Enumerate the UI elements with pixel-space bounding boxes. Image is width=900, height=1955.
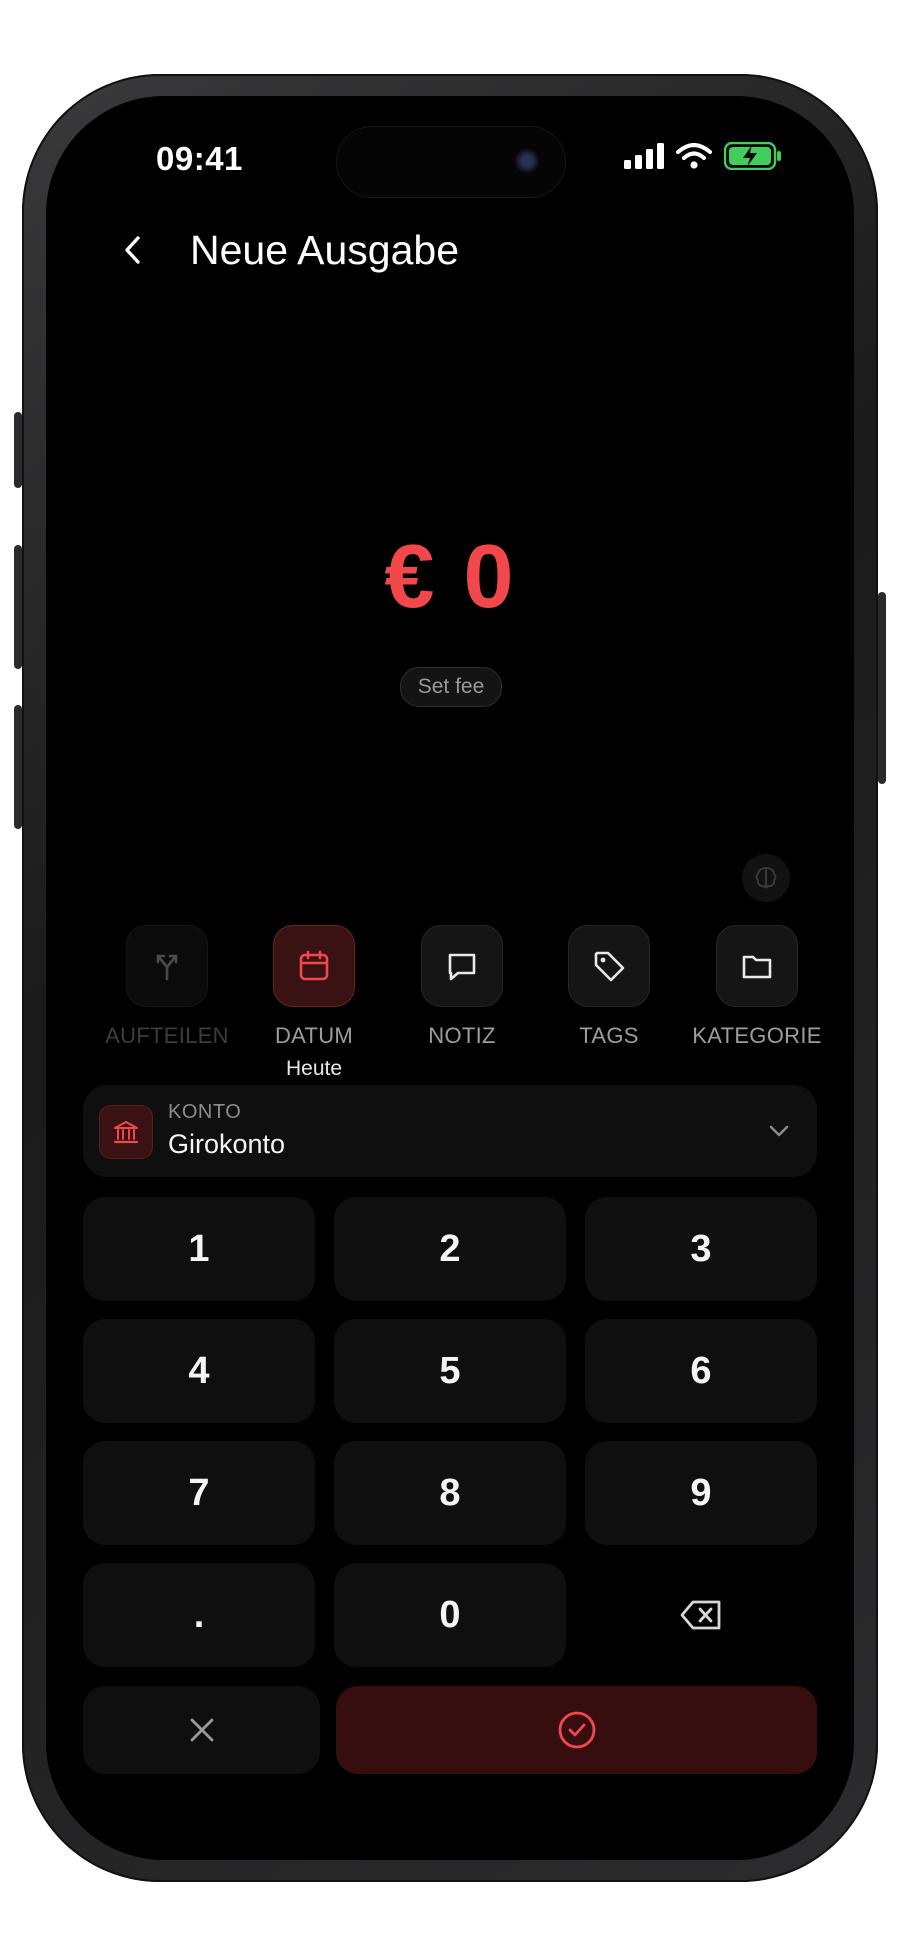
account-caption: KONTO <box>168 1101 242 1123</box>
page-title: Neue Ausgabe <box>190 226 460 273</box>
category-tile[interactable] <box>716 925 798 1007</box>
key-1[interactable]: 1 <box>83 1197 315 1301</box>
split-tile[interactable] <box>126 925 208 1007</box>
backspace-icon <box>680 1600 721 1630</box>
action-split-label: AUFTEILEN <box>105 1023 229 1048</box>
wifi-icon <box>676 143 712 169</box>
back-button[interactable] <box>104 220 164 280</box>
action-tags-label: TAGS <box>579 1023 639 1048</box>
key-decimal[interactable]: . <box>83 1563 315 1667</box>
status-time: 09:41 <box>156 140 243 177</box>
key-3[interactable]: 3 <box>585 1197 817 1301</box>
key-7[interactable]: 7 <box>83 1441 315 1545</box>
chat-bubble-icon <box>448 953 476 981</box>
action-tags[interactable]: TAGS <box>534 925 684 1049</box>
bank-icon <box>99 1105 153 1159</box>
key-0[interactable]: 0 <box>334 1563 566 1667</box>
folder-icon <box>742 955 772 979</box>
account-value: Girokonto <box>168 1129 286 1159</box>
action-note[interactable]: NOTIZ <box>387 925 537 1049</box>
signal-icon <box>624 143 664 169</box>
currency-symbol: € <box>384 527 437 627</box>
date-tile[interactable] <box>273 925 355 1007</box>
action-category-label: KATEGORIE <box>692 1023 822 1048</box>
amount-value: 0 <box>463 527 516 627</box>
key-2[interactable]: 2 <box>334 1197 566 1301</box>
close-icon <box>190 1718 213 1742</box>
action-date[interactable]: DATUM Heute <box>239 925 389 1081</box>
chevron-left-icon <box>125 236 140 264</box>
action-date-label: DATUM <box>274 1023 354 1048</box>
status-icons <box>624 142 782 170</box>
brain-icon <box>755 867 777 889</box>
app-screen: 09:41 Neue Ausgabe € 0 Set fee AUFTEILEN… <box>46 96 854 1860</box>
volume-up-button <box>14 545 22 669</box>
split-icon <box>156 954 178 981</box>
amount-display: € 0 <box>46 526 854 629</box>
action-row: AUFTEILEN DATUM Heute NOTIZ TAGS KATEGOR… <box>92 925 836 1080</box>
key-6[interactable]: 6 <box>585 1319 817 1423</box>
action-note-label: NOTIZ <box>428 1023 496 1048</box>
power-button <box>878 592 886 784</box>
confirm-button[interactable] <box>336 1686 817 1774</box>
backspace-key[interactable] <box>585 1563 817 1667</box>
header: Neue Ausgabe <box>104 220 459 280</box>
cancel-button[interactable] <box>83 1686 320 1774</box>
key-5[interactable]: 5 <box>334 1319 566 1423</box>
account-selector[interactable]: KONTO Girokonto <box>83 1085 817 1177</box>
tag-icon <box>594 951 625 982</box>
set-fee-button[interactable]: Set fee <box>400 667 502 707</box>
key-9[interactable]: 9 <box>585 1441 817 1545</box>
tags-tile[interactable] <box>568 925 650 1007</box>
volume-down-button <box>14 705 22 829</box>
battery-charging-icon <box>724 142 781 170</box>
ai-assist-button[interactable] <box>742 854 790 902</box>
check-circle-icon <box>558 1711 595 1749</box>
action-date-value: Heute <box>285 1057 343 1080</box>
calendar-icon <box>299 950 329 981</box>
action-button <box>14 412 22 488</box>
action-category[interactable]: KATEGORIE <box>682 925 832 1049</box>
key-8[interactable]: 8 <box>334 1441 566 1545</box>
action-split[interactable]: AUFTEILEN <box>92 925 242 1049</box>
key-4[interactable]: 4 <box>83 1319 315 1423</box>
dynamic-island <box>336 126 566 198</box>
note-tile[interactable] <box>421 925 503 1007</box>
chevron-down-icon <box>763 1115 795 1147</box>
